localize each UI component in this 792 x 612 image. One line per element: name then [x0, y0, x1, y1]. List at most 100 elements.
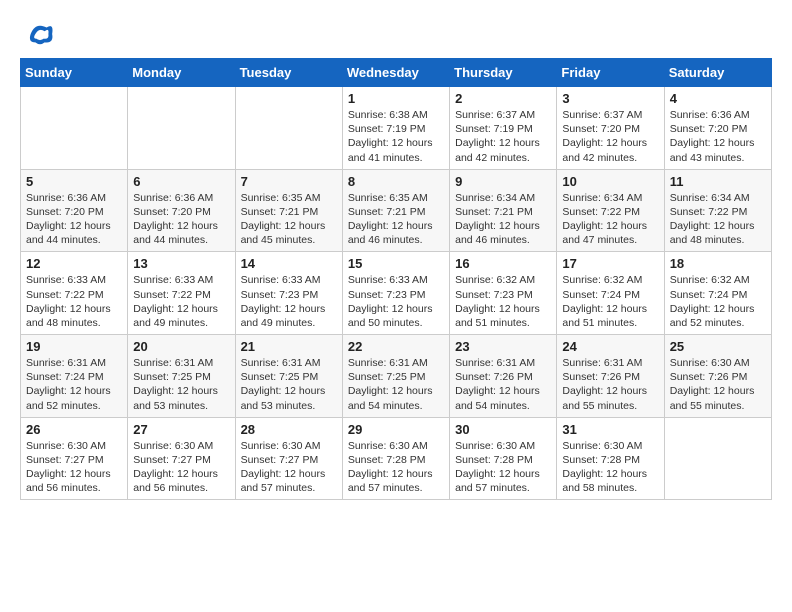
day-number: 3	[562, 91, 658, 106]
weekday-saturday: Saturday	[664, 59, 771, 87]
day-number: 13	[133, 256, 229, 271]
day-cell: 23Sunrise: 6:31 AM Sunset: 7:26 PM Dayli…	[450, 335, 557, 418]
day-info: Sunrise: 6:30 AM Sunset: 7:27 PM Dayligh…	[26, 439, 122, 496]
day-cell: 3 Sunrise: 6:37 AM Sunset: 7:20 PM Daylig…	[557, 87, 664, 170]
day-cell	[235, 87, 342, 170]
header	[20, 20, 772, 48]
day-cell: 25 Sunrise: 6:30 AM Sunset: 7:26 PM Dayli…	[664, 335, 771, 418]
day-cell: 1Sunrise: 6:38 AM Sunset: 7:19 PM Daylig…	[342, 87, 449, 170]
day-number: 18	[670, 256, 766, 271]
day-number: 8	[348, 174, 444, 189]
day-info: Sunrise: 6:31 AM Sunset: 7:25 PM Dayligh…	[241, 356, 337, 413]
day-cell: 4Sunrise: 6:36 AM Sunset: 7:20 PM Daylig…	[664, 87, 771, 170]
week-row-2: 5 Sunrise: 6:36 AM Sunset: 7:20 PM Daylig…	[21, 169, 772, 252]
day-number: 15	[348, 256, 444, 271]
day-number: 16	[455, 256, 551, 271]
day-cell: 7 Sunrise: 6:35 AM Sunset: 7:21 PM Daylig…	[235, 169, 342, 252]
day-info: Sunrise: 6:31 AM Sunset: 7:25 PM Dayligh…	[133, 356, 229, 413]
day-cell: 8 Sunrise: 6:35 AM Sunset: 7:21 PM Daylig…	[342, 169, 449, 252]
day-cell	[128, 87, 235, 170]
weekday-header-row: SundayMondayTuesdayWednesdayThursdayFrid…	[21, 59, 772, 87]
week-row-1: 1Sunrise: 6:38 AM Sunset: 7:19 PM Daylig…	[21, 87, 772, 170]
day-info: Sunrise: 6:33 AM Sunset: 7:23 PM Dayligh…	[348, 273, 444, 330]
day-info: Sunrise: 6:30 AM Sunset: 7:28 PM Dayligh…	[348, 439, 444, 496]
day-cell: 18Sunrise: 6:32 AM Sunset: 7:24 PM Dayli…	[664, 252, 771, 335]
day-number: 7	[241, 174, 337, 189]
day-number: 19	[26, 339, 122, 354]
day-cell: 15 Sunrise: 6:33 AM Sunset: 7:23 PM Dayli…	[342, 252, 449, 335]
day-info: Sunrise: 6:33 AM Sunset: 7:23 PM Dayligh…	[241, 273, 337, 330]
day-number: 23	[455, 339, 551, 354]
day-cell: 2 Sunrise: 6:37 AM Sunset: 7:19 PM Daylig…	[450, 87, 557, 170]
weekday-monday: Monday	[128, 59, 235, 87]
day-cell: 22Sunrise: 6:31 AM Sunset: 7:25 PM Dayli…	[342, 335, 449, 418]
day-cell: 26 Sunrise: 6:30 AM Sunset: 7:27 PM Dayli…	[21, 417, 128, 500]
day-number: 2	[455, 91, 551, 106]
day-info: Sunrise: 6:33 AM Sunset: 7:22 PM Dayligh…	[26, 273, 122, 330]
day-info: Sunrise: 6:35 AM Sunset: 7:21 PM Dayligh…	[348, 191, 444, 248]
day-info: Sunrise: 6:31 AM Sunset: 7:24 PM Dayligh…	[26, 356, 122, 413]
day-info: Sunrise: 6:30 AM Sunset: 7:28 PM Dayligh…	[562, 439, 658, 496]
day-info: Sunrise: 6:35 AM Sunset: 7:21 PM Dayligh…	[241, 191, 337, 248]
day-number: 14	[241, 256, 337, 271]
day-info: Sunrise: 6:36 AM Sunset: 7:20 PM Dayligh…	[26, 191, 122, 248]
weekday-friday: Friday	[557, 59, 664, 87]
day-number: 27	[133, 422, 229, 437]
day-cell: 29 Sunrise: 6:30 AM Sunset: 7:28 PM Dayli…	[342, 417, 449, 500]
logo-icon	[26, 20, 54, 48]
day-number: 22	[348, 339, 444, 354]
day-cell: 30 Sunrise: 6:30 AM Sunset: 7:28 PM Dayli…	[450, 417, 557, 500]
day-number: 20	[133, 339, 229, 354]
day-number: 31	[562, 422, 658, 437]
day-info: Sunrise: 6:37 AM Sunset: 7:19 PM Dayligh…	[455, 108, 551, 165]
day-info: Sunrise: 6:37 AM Sunset: 7:20 PM Dayligh…	[562, 108, 658, 165]
day-info: Sunrise: 6:32 AM Sunset: 7:24 PM Dayligh…	[562, 273, 658, 330]
day-cell: 16 Sunrise: 6:32 AM Sunset: 7:23 PM Dayli…	[450, 252, 557, 335]
day-info: Sunrise: 6:34 AM Sunset: 7:21 PM Dayligh…	[455, 191, 551, 248]
day-cell	[664, 417, 771, 500]
calendar: SundayMondayTuesdayWednesdayThursdayFrid…	[20, 58, 772, 500]
page-container: SundayMondayTuesdayWednesdayThursdayFrid…	[0, 0, 792, 510]
day-number: 25	[670, 339, 766, 354]
day-info: Sunrise: 6:33 AM Sunset: 7:22 PM Dayligh…	[133, 273, 229, 330]
day-number: 4	[670, 91, 766, 106]
day-cell: 19 Sunrise: 6:31 AM Sunset: 7:24 PM Dayli…	[21, 335, 128, 418]
day-cell: 31 Sunrise: 6:30 AM Sunset: 7:28 PM Dayli…	[557, 417, 664, 500]
day-number: 29	[348, 422, 444, 437]
day-number: 17	[562, 256, 658, 271]
day-cell: 21 Sunrise: 6:31 AM Sunset: 7:25 PM Dayli…	[235, 335, 342, 418]
logo	[20, 20, 54, 48]
day-number: 26	[26, 422, 122, 437]
day-number: 21	[241, 339, 337, 354]
day-number: 12	[26, 256, 122, 271]
day-cell: 27Sunrise: 6:30 AM Sunset: 7:27 PM Dayli…	[128, 417, 235, 500]
day-cell: 11Sunrise: 6:34 AM Sunset: 7:22 PM Dayli…	[664, 169, 771, 252]
day-cell: 6 Sunrise: 6:36 AM Sunset: 7:20 PM Daylig…	[128, 169, 235, 252]
week-row-5: 26 Sunrise: 6:30 AM Sunset: 7:27 PM Dayli…	[21, 417, 772, 500]
day-info: Sunrise: 6:30 AM Sunset: 7:26 PM Dayligh…	[670, 356, 766, 413]
day-number: 5	[26, 174, 122, 189]
day-cell: 20 Sunrise: 6:31 AM Sunset: 7:25 PM Dayli…	[128, 335, 235, 418]
day-number: 10	[562, 174, 658, 189]
day-cell: 24Sunrise: 6:31 AM Sunset: 7:26 PM Dayli…	[557, 335, 664, 418]
day-info: Sunrise: 6:30 AM Sunset: 7:27 PM Dayligh…	[241, 439, 337, 496]
day-cell: 28 Sunrise: 6:30 AM Sunset: 7:27 PM Dayli…	[235, 417, 342, 500]
day-number: 11	[670, 174, 766, 189]
day-info: Sunrise: 6:30 AM Sunset: 7:28 PM Dayligh…	[455, 439, 551, 496]
weekday-wednesday: Wednesday	[342, 59, 449, 87]
day-cell: 9Sunrise: 6:34 AM Sunset: 7:21 PM Daylig…	[450, 169, 557, 252]
day-cell: 14 Sunrise: 6:33 AM Sunset: 7:23 PM Dayli…	[235, 252, 342, 335]
day-cell: 13 Sunrise: 6:33 AM Sunset: 7:22 PM Dayli…	[128, 252, 235, 335]
weekday-tuesday: Tuesday	[235, 59, 342, 87]
day-number: 28	[241, 422, 337, 437]
day-info: Sunrise: 6:34 AM Sunset: 7:22 PM Dayligh…	[562, 191, 658, 248]
day-number: 30	[455, 422, 551, 437]
day-number: 6	[133, 174, 229, 189]
weekday-thursday: Thursday	[450, 59, 557, 87]
day-cell	[21, 87, 128, 170]
day-cell: 17 Sunrise: 6:32 AM Sunset: 7:24 PM Dayli…	[557, 252, 664, 335]
day-info: Sunrise: 6:32 AM Sunset: 7:23 PM Dayligh…	[455, 273, 551, 330]
day-info: Sunrise: 6:31 AM Sunset: 7:26 PM Dayligh…	[562, 356, 658, 413]
weekday-sunday: Sunday	[21, 59, 128, 87]
day-info: Sunrise: 6:36 AM Sunset: 7:20 PM Dayligh…	[133, 191, 229, 248]
